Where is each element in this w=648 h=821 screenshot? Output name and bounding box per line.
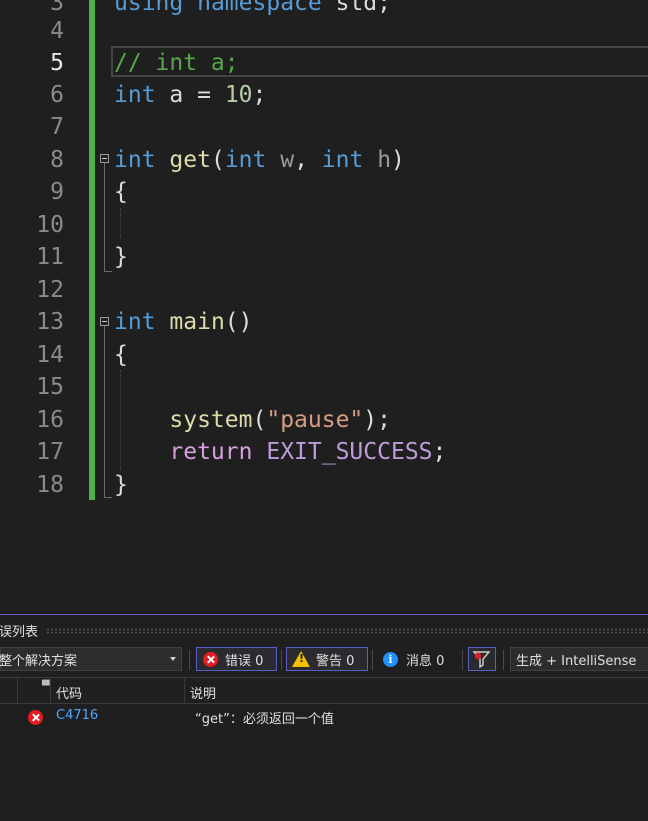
fold-guide-end (104, 271, 112, 272)
scope-dropdown[interactable]: 整个解决方案 (0, 647, 182, 671)
line-number: 16 (36, 407, 64, 433)
line-number: 7 (50, 114, 64, 140)
toolbar-separator (372, 650, 373, 670)
panel-title: 错误列表 (0, 624, 39, 640)
error-list-header: ▝▘ 代码 说明 (0, 677, 648, 705)
toolbar-separator (503, 650, 504, 670)
code-line-13[interactable]: int main() (114, 306, 253, 338)
build-source-value: 生成 + IntelliSense (516, 653, 637, 669)
column-header-description[interactable]: 说明 (190, 683, 216, 702)
code-line-11[interactable]: } (114, 241, 128, 273)
code-editor[interactable]: 3 4 5 6 7 8 9 10 11 12 13 14 15 16 17 18 using namespac… (0, 0, 648, 614)
line-number: 18 (36, 472, 64, 498)
fold-guide (104, 326, 105, 497)
warnings-filter-label: 警告 0 (316, 653, 355, 669)
collapse-toggle-main[interactable] (100, 317, 109, 326)
error-list-panel: 错误列表 整个解决方案 错误 0 警告 0 i 消息 0 (0, 614, 648, 821)
code-line-5[interactable]: // int a; (114, 47, 239, 79)
indent-guide (120, 208, 121, 238)
errors-filter-button[interactable]: 错误 0 (196, 647, 277, 671)
line-number: 14 (36, 342, 64, 368)
fold-guide (104, 163, 105, 271)
code-line-3[interactable]: using namespace std; (114, 0, 391, 19)
line-number: 13 (36, 309, 64, 335)
error-code-link[interactable]: C4716 (56, 708, 98, 723)
toolbar-separator (281, 650, 282, 670)
line-number: 4 (50, 18, 64, 44)
change-tracking-bar (89, 0, 95, 500)
sort-indicator-icon[interactable]: ▝▘ (38, 681, 53, 692)
code-line-16[interactable]: system("pause"); (114, 404, 391, 436)
line-number: 10 (36, 212, 64, 238)
filter-icon (471, 648, 493, 670)
line-number: 9 (50, 179, 64, 205)
code-line-17[interactable]: return EXIT_SUCCESS; (114, 436, 446, 468)
toolbar-separator (189, 650, 190, 670)
error-list-toolbar: 整个解决方案 错误 0 警告 0 i 消息 0 (0, 646, 648, 674)
column-divider[interactable] (50, 678, 51, 705)
messages-filter-button[interactable]: i 消息 0 (377, 647, 457, 671)
error-icon (203, 651, 218, 667)
collapse-toggle-get[interactable] (100, 154, 109, 163)
line-number: 6 (50, 82, 64, 108)
error-icon (28, 710, 43, 725)
warning-icon (292, 651, 310, 667)
fold-guide-end (104, 497, 112, 498)
messages-filter-label: 消息 0 (406, 653, 445, 669)
drag-grip[interactable] (46, 628, 648, 634)
column-header-code[interactable]: 代码 (56, 683, 82, 702)
info-icon: i (383, 651, 398, 667)
column-divider[interactable] (17, 678, 18, 705)
line-number: 12 (36, 277, 64, 303)
toolbar-separator (462, 650, 463, 670)
warnings-filter-button[interactable]: 警告 0 (286, 647, 368, 671)
code-line-8[interactable]: int get(int w, int h) (114, 144, 405, 176)
line-number: 8 (50, 147, 64, 173)
scope-dropdown-value: 整个解决方案 (0, 653, 78, 669)
table-row[interactable]: C4716 “get”：必须返回一个值 (0, 705, 648, 729)
line-number: 15 (36, 374, 64, 400)
code-line-6[interactable]: int a = 10; (114, 79, 266, 111)
code-line-14[interactable]: { (114, 339, 128, 371)
filter-button[interactable] (468, 647, 496, 671)
column-divider[interactable] (184, 678, 185, 705)
error-description: “get”：必须返回一个值 (195, 712, 334, 727)
chevron-down-icon (170, 657, 176, 661)
errors-filter-label: 错误 0 (225, 653, 264, 669)
line-number: 5 (50, 50, 64, 76)
panel-title-bar[interactable]: 错误列表 (0, 620, 648, 640)
build-source-dropdown[interactable]: 生成 + IntelliSense (510, 647, 648, 671)
line-number: 17 (36, 439, 64, 465)
code-line-9[interactable]: { (114, 176, 128, 208)
line-number: 11 (36, 244, 64, 270)
code-line-18[interactable]: } (114, 469, 128, 501)
